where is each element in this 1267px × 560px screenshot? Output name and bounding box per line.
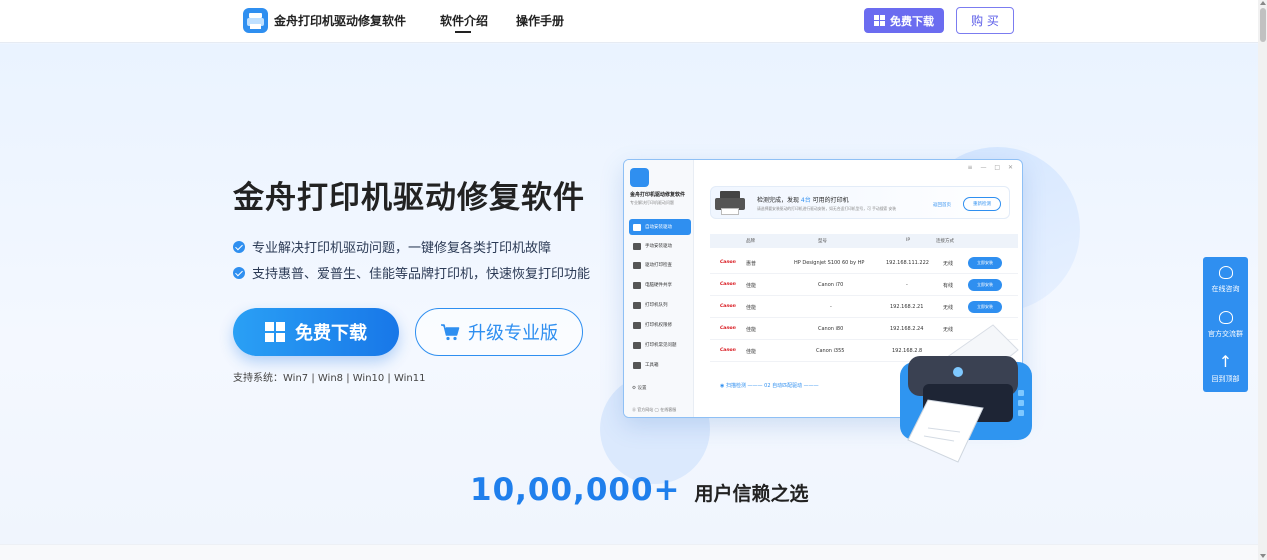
sidebar-label: 打印机队列: [645, 303, 668, 308]
headset-icon: [1218, 265, 1233, 279]
window-controls: ≡ — □ ✕: [967, 164, 1016, 171]
feature-item: 支持惠普、爱普生、佳能等品牌打印机，快速恢复打印功能: [233, 263, 590, 282]
feature-item: 专业解决打印机驱动问题，一键修复各类打印机故障: [233, 237, 551, 256]
top-nav: 金舟打印机驱动修复软件 软件介绍 操作手册 免费下载 购 买: [0, 0, 1258, 43]
nav-link-intro[interactable]: 软件介绍: [440, 12, 488, 29]
windows-icon: [874, 15, 885, 26]
sidebar-label: 打印机常见问题: [645, 343, 677, 348]
detect-result-banner: 检测完成，发现 4台 可用的打印机 请选择要安装驱动的打印机进行驱动安装，如无合…: [710, 186, 1010, 219]
rail-label: 回到顶部: [1211, 375, 1240, 383]
app-sidebar-item: 打印机权限修: [629, 317, 691, 333]
hero-title: 金舟打印机驱动修复软件: [233, 180, 585, 216]
detect-description: 请选择要安装驱动的打印机进行驱动安装，如无合适打印机型号，可 手动搜索 安装: [757, 206, 897, 211]
sidebar-icon: [633, 321, 641, 329]
side-float-rail: 在线咨询 官方交流群 ↑ 回到顶部: [1203, 257, 1248, 392]
stat-number: 10,00,000+: [470, 472, 681, 508]
check-circle-icon: [233, 240, 245, 253]
shopping-cart-icon: [441, 324, 460, 341]
arrow-up-icon: ↑: [1218, 352, 1233, 371]
sidebar-label: 手动安装驱动: [645, 244, 672, 249]
app-sidebar-item: 驱动打印检查: [629, 257, 691, 273]
sidebar-label: 电脑硬件共享: [645, 283, 672, 288]
printer-illustration: [900, 324, 1032, 463]
back-home-link: 返回首页: [933, 203, 951, 208]
sidebar-icon: [633, 242, 641, 250]
printer-row: Canon 惠普 HP Designjet S100 60 by HP 192.168…: [710, 252, 1018, 274]
free-download-label: 免费下载: [295, 323, 367, 344]
app-sidebar-item: 自动安装驱动: [629, 219, 691, 235]
nav-link-manual[interactable]: 操作手册: [516, 12, 564, 29]
free-download-button[interactable]: 免费下载: [233, 308, 399, 356]
printer-row: Canon 佳能 Canon i70- 有线 立即安装: [710, 274, 1018, 296]
app-sidebar-item: 打印机队列: [629, 297, 691, 313]
back-to-top-button[interactable]: ↑ 回到顶部: [1203, 347, 1248, 392]
nav-download-button[interactable]: 免费下载: [864, 8, 944, 33]
printer-icon: [715, 191, 745, 215]
nav-buy-button[interactable]: 购 买: [956, 7, 1014, 34]
app-settings: ⚙ 设置: [632, 386, 647, 391]
app-subtitle: 专业解决打印机驱动问题: [630, 200, 674, 205]
scrollbar-thumb[interactable]: [1260, 8, 1266, 42]
sidebar-label: 工具箱: [645, 363, 659, 368]
th-conn: 连接方式: [936, 239, 954, 244]
sidebar-icon: [633, 361, 641, 369]
scroll-down-icon[interactable]: [1260, 554, 1266, 558]
upgrade-pro-label: 升级专业版: [468, 323, 558, 344]
brand-name[interactable]: 金舟打印机驱动修复软件: [274, 12, 406, 29]
feature-text: 专业解决打印机驱动问题，一键修复各类打印机故障: [252, 241, 552, 256]
nav-download-label: 免费下载: [890, 14, 934, 28]
app-sidebar-item: 工具箱: [629, 357, 691, 373]
feature-text: 支持惠普、爱普生、佳能等品牌打印机，快速恢复打印功能: [252, 267, 591, 282]
th-model: 型号: [818, 239, 827, 244]
rail-label: 在线咨询: [1211, 284, 1240, 293]
upgrade-pro-button[interactable]: 升级专业版: [415, 308, 583, 356]
app-progress-steps: ◉ 扫描检测 ——— 02 自动匹配驱动 ———: [720, 383, 819, 389]
stat-label: 用户信赖之选: [694, 483, 809, 505]
check-circle-icon: [233, 266, 245, 279]
app-logo-icon: [630, 168, 649, 187]
user-stat: 10,00,000+ 用户信赖之选: [470, 472, 809, 508]
printer-logo-icon[interactable]: [243, 8, 268, 33]
sidebar-icon: [633, 301, 641, 309]
next-section-edge: [0, 544, 1258, 560]
printer-table-header: 品牌 型号 IP 连接方式: [710, 234, 1018, 248]
sidebar-label: 打印机权限修: [645, 323, 672, 328]
redetect-button: 重新检测: [963, 197, 1001, 211]
online-consult-button[interactable]: 在线咨询: [1203, 257, 1248, 302]
qq-penguin-icon: [1218, 310, 1233, 324]
page-scrollbar[interactable]: [1258, 0, 1267, 560]
app-sidebar: 金舟打印机驱动修复软件 专业解决打印机驱动问题 自动安装驱动 手动安装驱动 驱动…: [624, 160, 694, 417]
sidebar-label: 驱动打印检查: [645, 263, 672, 268]
sidebar-icon: [633, 281, 641, 289]
scroll-up-icon[interactable]: [1260, 1, 1266, 5]
app-sidebar-item: 电脑硬件共享: [629, 277, 691, 293]
sidebar-icon: [633, 223, 641, 231]
sidebar-icon: [633, 341, 641, 349]
official-group-button[interactable]: 官方交流群: [1203, 302, 1248, 347]
app-name: 金舟打印机驱动修复软件: [630, 192, 686, 198]
system-requirements: 支持系统：Win7 | Win8 | Win10 | Win11: [233, 373, 426, 384]
app-footer-links: ⓪ 官方网站 ◯ 在线客服: [632, 407, 677, 412]
sidebar-label: 自动安装驱动: [645, 225, 672, 230]
th-brand: 品牌: [746, 239, 755, 244]
sidebar-icon: [633, 261, 641, 269]
rail-label: 官方交流群: [1208, 329, 1243, 338]
th-ip: IP: [906, 238, 911, 243]
detect-title: 检测完成，发现 4台 可用的打印机: [757, 197, 849, 204]
nav-active-indicator: [455, 31, 471, 33]
app-sidebar-item: 打印机常见问题: [629, 337, 691, 353]
app-sidebar-item: 手动安装驱动: [629, 238, 691, 254]
windows-icon: [265, 322, 285, 342]
